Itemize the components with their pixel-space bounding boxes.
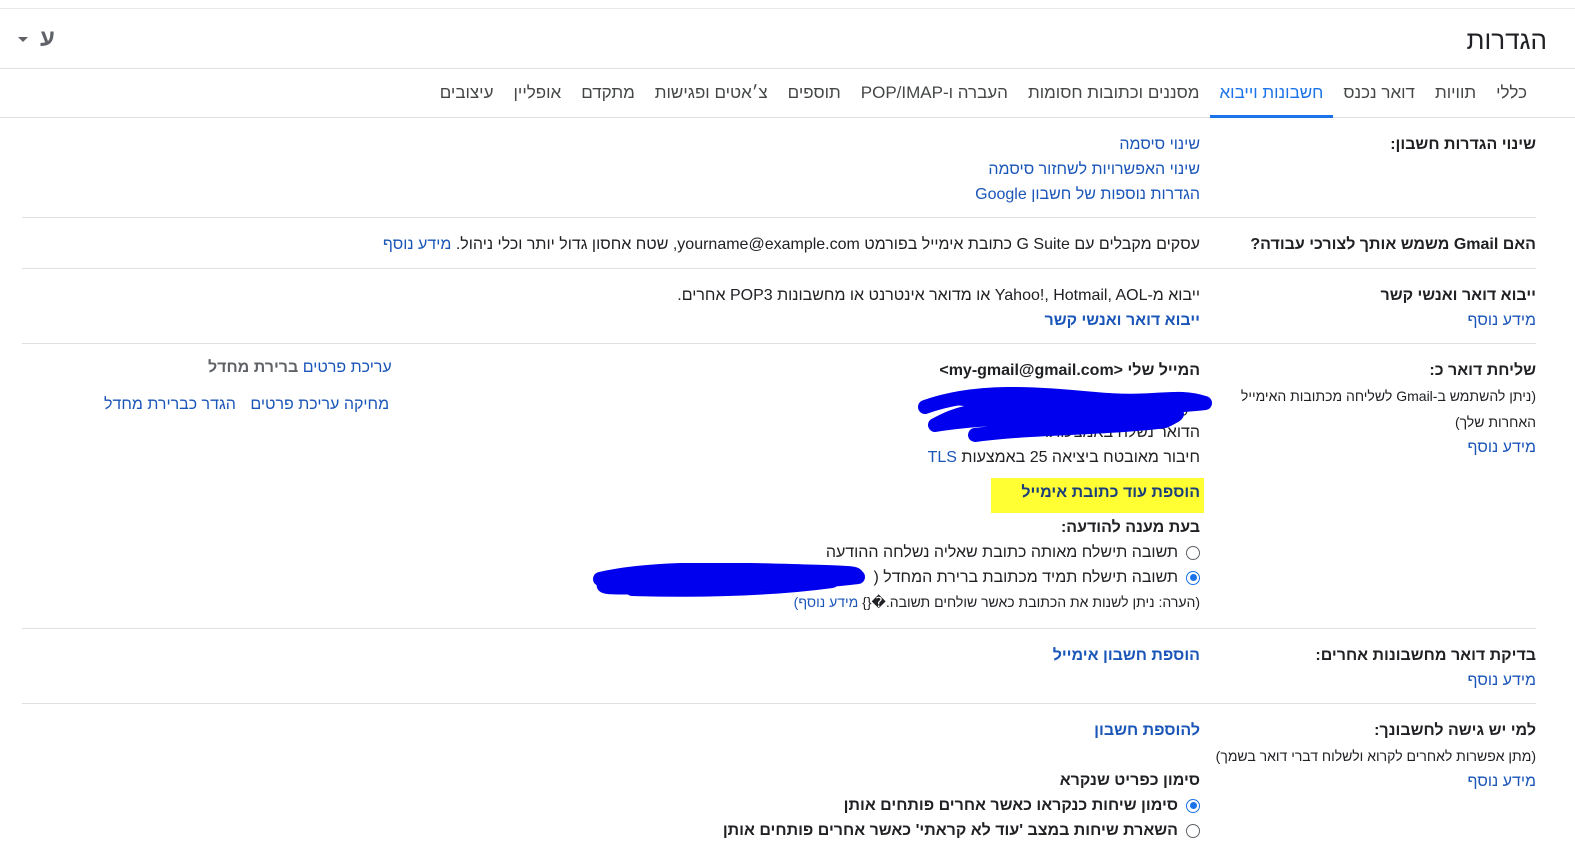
radio-reply-same[interactable] — [1186, 545, 1200, 560]
primary-edit-info-link[interactable]: עריכת פרטים — [303, 359, 392, 376]
import-more-link[interactable]: מידע נוסף — [1468, 312, 1536, 329]
import-label: ייבוא דואר ואנשי קשר מידע נוסף — [1380, 287, 1536, 329]
tab-inbox[interactable]: דואר נכנס — [1333, 69, 1425, 117]
primary-address: המייל שלי <my-gmail@gmail.com> — [939, 362, 1200, 379]
add-another-address-link[interactable]: הוספת עוד כתובת אימייל — [1021, 484, 1200, 501]
reply-note-more-link[interactable]: מידע נוסף) — [794, 594, 859, 610]
secondary-delete-link[interactable]: מחיקה — [344, 396, 389, 413]
primary-default-label: ברירת מחדל — [208, 359, 299, 376]
work-use-more-link[interactable]: מידע נוסף — [383, 236, 451, 253]
tab-forwarding-pop-imap[interactable]: העברה ו-POP/IMAP — [851, 69, 1018, 117]
work-use-text-row: עסקים מקבלים עם G Suite כתובת אימייל בפו… — [383, 232, 1200, 257]
caret-down-icon[interactable] — [18, 36, 28, 42]
check-mail-label: בדיקת דואר מחשבונות אחרים: מידע נוסף — [1315, 647, 1536, 689]
work-use-label: האם Gmail משמש אותך לצורכי עבודה? — [1250, 236, 1536, 253]
account-settings-label: שינוי הגדרות חשבון: — [1390, 136, 1536, 153]
work-use-text: עסקים מקבלים עם G Suite כתובת אימייל בפו… — [455, 236, 1200, 253]
radio-leave-unread[interactable] — [1186, 823, 1200, 838]
check-mail-more-link[interactable]: מידע נוסף — [1468, 672, 1536, 689]
tab-advanced[interactable]: מתקדם — [571, 69, 645, 117]
input-tools-picker[interactable]: ע — [18, 25, 55, 53]
secondary-make-default-link[interactable]: הגדר כברירת מחדל — [104, 396, 236, 413]
radio-reply-default[interactable] — [1186, 570, 1200, 585]
tab-offline[interactable]: אופליין — [503, 69, 571, 117]
send-as-label: שליחת דואר כ: (ניתן להשתמש ב-Gmail לשליח… — [1240, 362, 1536, 456]
grant-access-label: למי יש גישה לחשבונך: (מתן אפשרות לאחרים … — [1215, 722, 1536, 790]
google-account-settings-link[interactable]: הגדרות נוספות של חשבון Google — [975, 186, 1200, 203]
grant-access-more-link[interactable]: מידע נוסף — [1468, 773, 1536, 790]
import-body: ייבוא מ-Yahoo!‎, Hotmail, AOL או מדואר א… — [677, 283, 1200, 333]
section-import: ייבוא דואר ואנשי קשר מידע נוסף ייבוא מ-Y… — [22, 269, 1536, 344]
secondary-address-line: <my- — [1164, 399, 1200, 416]
secondary-address-actions: מחיקה עריכת פרטים הגדר כברירת מחדל — [94, 392, 389, 417]
tab-themes[interactable]: עיצובים — [430, 69, 504, 117]
tls-link[interactable]: TLS — [928, 449, 957, 466]
page-title: הגדרות — [1466, 25, 1548, 55]
secondary-connection: חיבור מאובטח ביציאה 25 באמצעות TLS — [927, 449, 1200, 466]
import-text: ייבוא מ-Yahoo!‎, Hotmail, AOL או מדואר א… — [677, 287, 1200, 304]
tab-general[interactable]: כללי — [1486, 69, 1537, 117]
secondary-sent-via: הדואר נשלח באמצעות: — [1044, 424, 1200, 441]
reply-note: (הערה: ניתן לשנות את הכתובת כאשר שולחים … — [793, 594, 1200, 610]
mark-read-option[interactable]: סימון שיחות כנקראו כאשר אחרים פותחים אות… — [723, 793, 1200, 818]
add-another-account-link[interactable]: להוספת חשבון — [1094, 722, 1200, 739]
secondary-edit-info-link[interactable]: עריכת פרטים — [250, 396, 339, 413]
send-as-more-link[interactable]: מידע נוסף — [1468, 439, 1536, 456]
add-address-highlight: הוספת עוד כתובת אימייל — [991, 478, 1204, 513]
radio-mark-read[interactable] — [1186, 798, 1200, 813]
mark-read-heading: סימון כפריט שנקרא — [1059, 772, 1200, 789]
tab-filters[interactable]: מסננים וכתובות חסומות — [1018, 69, 1210, 117]
leave-unread-option[interactable]: השארת שיחות במצב 'עוד לא קראתי' כאשר אחר… — [723, 818, 1200, 843]
tab-labels[interactable]: תוויות — [1425, 69, 1486, 117]
tab-accounts-import[interactable]: חשבונות וייבוא — [1209, 69, 1334, 118]
check-mail-body: הוספת חשבון אימייל — [1053, 643, 1200, 668]
change-recovery-link[interactable]: שינוי האפשרויות לשחזור סיסמה — [988, 161, 1200, 178]
settings-tabs: כללי תוויות דואר נכנס חשבונות וייבוא מסנ… — [0, 69, 1575, 118]
section-send-as: שליחת דואר כ: (ניתן להשתמש ב-Gmail לשליח… — [22, 344, 1536, 629]
section-check-mail: בדיקת דואר מחשבונות אחרים: מידע נוסף הוס… — [22, 629, 1536, 704]
tab-chat-meet[interactable]: צ׳אטים ופגישות — [645, 69, 778, 117]
grant-access-body: להוספת חשבון סימון כפריט שנקרא סימון שיח… — [723, 718, 1200, 843]
settings-content: שינוי הגדרות חשבון: שינוי סיסמה שינוי הא… — [22, 118, 1536, 854]
reply-option-same[interactable]: תשובה תישלח מאותה כתובת שאליה נשלחה ההוד… — [580, 540, 1200, 565]
send-as-body: המייל שלי <my-gmail@gmail.com> <my- הדוא… — [580, 358, 1204, 615]
primary-address-actions: עריכת פרטים ברירת מחדל — [154, 355, 392, 380]
add-mail-account-link[interactable]: הוספת חשבון אימייל — [1053, 647, 1200, 664]
import-mail-contacts-link[interactable]: ייבוא דואר ואנשי קשר — [1044, 312, 1200, 329]
settings-header: הגדרות ע — [0, 9, 1575, 69]
reply-heading: בעת מענה להודעה: — [1060, 519, 1200, 536]
section-account-settings: שינוי הגדרות חשבון: שינוי סיסמה שינוי הא… — [22, 118, 1536, 218]
section-work-use: האם Gmail משמש אותך לצורכי עבודה? עסקים … — [22, 218, 1536, 269]
account-settings-links: שינוי סיסמה שינוי האפשרויות לשחזור סיסמה… — [975, 132, 1200, 207]
change-password-link[interactable]: שינוי סיסמה — [1119, 136, 1200, 153]
input-tools-letter[interactable]: ע — [40, 25, 55, 53]
tab-addons[interactable]: תוספים — [778, 69, 851, 117]
section-grant-access: למי יש גישה לחשבונך: (מתן אפשרות לאחרים … — [22, 704, 1536, 854]
reply-option-default[interactable]: תשובה תישלח תמיד מכתובת ברירת המחדל ( — [580, 565, 1200, 590]
